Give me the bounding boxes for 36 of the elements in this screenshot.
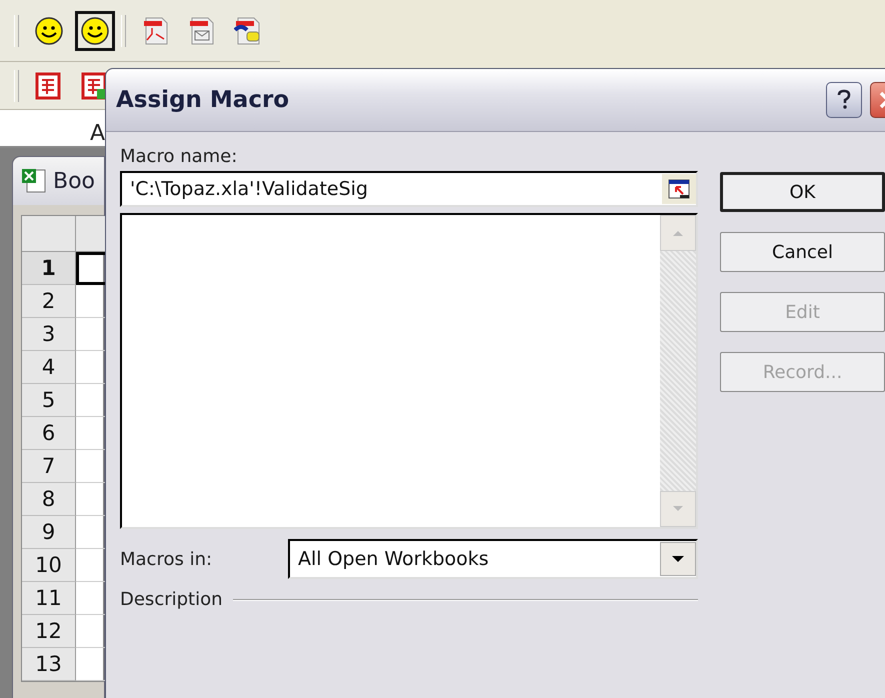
macro-name-label: Macro name: <box>120 146 238 167</box>
dialog-button[interactable]: Cancel <box>720 232 885 272</box>
row-header[interactable]: 7 <box>22 450 76 483</box>
question-mark-icon <box>837 89 851 111</box>
row-header[interactable]: 4 <box>22 351 76 384</box>
row-header[interactable]: 6 <box>22 417 76 450</box>
dialog-title: Assign Macro <box>116 87 290 113</box>
macro-name-field[interactable]: 'C:\Topaz.xla'!ValidateSig <box>120 171 698 207</box>
workbook-title: Boo <box>53 168 96 194</box>
collapse-dialog-button[interactable] <box>662 174 696 204</box>
row-header[interactable]: 12 <box>22 615 76 648</box>
pdf-document-icon <box>142 16 170 46</box>
row-header[interactable]: 13 <box>22 648 76 681</box>
row-header[interactable]: 3 <box>22 318 76 351</box>
range-select-icon <box>668 178 690 200</box>
row-header[interactable]: 11 <box>22 582 76 615</box>
spreadsheet-icon <box>21 167 47 195</box>
document-envelope-icon <box>188 16 216 46</box>
sheet-icon <box>35 70 63 100</box>
toolbar-button[interactable] <box>75 10 115 50</box>
row-header[interactable]: 2 <box>22 285 76 318</box>
row-header[interactable]: 1 <box>22 252 76 285</box>
smiley-icon <box>80 16 110 46</box>
macros-in-dropdown[interactable]: All Open Workbooks <box>288 539 698 579</box>
help-button[interactable] <box>826 82 862 118</box>
description-label: Description <box>120 589 223 610</box>
macros-in-label: Macros in: <box>120 548 212 570</box>
formula-text: A <box>90 121 105 146</box>
document-comment-icon <box>234 16 262 46</box>
smiley-icon <box>34 16 64 46</box>
row-header[interactable]: 10 <box>22 549 76 582</box>
dialog-button[interactable]: OK <box>720 172 885 212</box>
row-header[interactable]: 9 <box>22 516 76 549</box>
row-header[interactable]: 5 <box>22 384 76 417</box>
dropdown-arrow-icon <box>671 555 685 563</box>
row-header[interactable]: 8 <box>22 483 76 516</box>
